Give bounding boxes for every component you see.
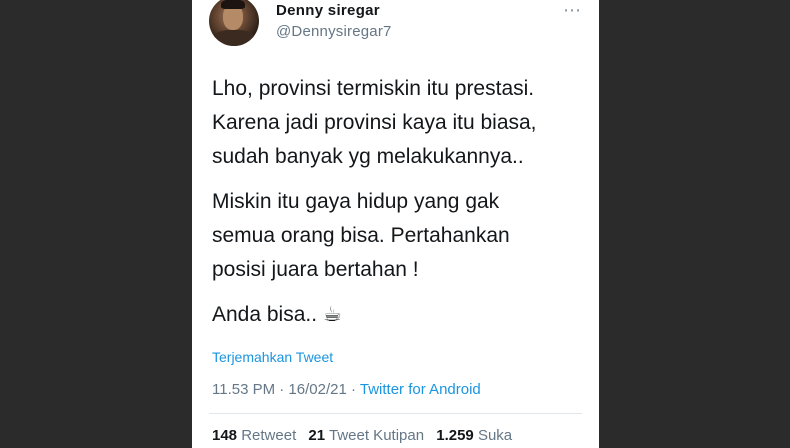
divider: [209, 413, 582, 414]
tweet-paragraph: Lho, provinsi termiskin itu prestasi. Ka…: [212, 77, 537, 168]
author-handle[interactable]: @Dennysiregar7: [276, 23, 392, 40]
retweets-label: Retweet: [241, 427, 297, 444]
quotes-count: 21: [308, 427, 326, 444]
translate-tweet-link[interactable]: Terjemahkan Tweet: [212, 349, 333, 365]
likes-count: 1.259: [436, 427, 474, 444]
quotes-stat[interactable]: 21 Tweet Kutipan: [308, 427, 424, 444]
likes-label: Suka: [477, 427, 513, 444]
quotes-label: Tweet Kutipan: [329, 427, 425, 444]
tweet-paragraph: Miskin itu gaya hidup yang gak semua ora…: [212, 190, 510, 281]
tweet-paragraph: Anda bisa.. ☕: [212, 303, 342, 326]
retweets-stat[interactable]: 148 Retweet: [212, 427, 296, 444]
retweets-count: 148: [212, 427, 238, 444]
screenshot-background: Denny siregar @Dennysiregar7 ⋯ Lho, prov…: [0, 0, 790, 448]
author-name[interactable]: Denny siregar: [276, 2, 380, 19]
tweet-meta: 11.53 PM · 16/02/21 · Twitter for Androi…: [212, 381, 481, 398]
tweet-stats: 148 Retweet 21 Tweet Kutipan 1.259 Suka: [212, 427, 520, 444]
tweet-card: Denny siregar @Dennysiregar7 ⋯ Lho, prov…: [192, 0, 599, 448]
avatar[interactable]: [209, 0, 259, 46]
tweet-source-link[interactable]: Twitter for Android: [360, 381, 481, 398]
likes-stat[interactable]: 1.259 Suka: [436, 427, 512, 444]
more-options-icon[interactable]: ⋯: [563, 0, 582, 21]
avatar-hair: [221, 0, 245, 9]
avatar-shirt: [213, 30, 255, 46]
tweet-text: Lho, provinsi termiskin itu prestasi. Ka…: [212, 72, 582, 343]
tweet-timestamp[interactable]: 11.53 PM · 16/02/21 ·: [212, 381, 360, 398]
